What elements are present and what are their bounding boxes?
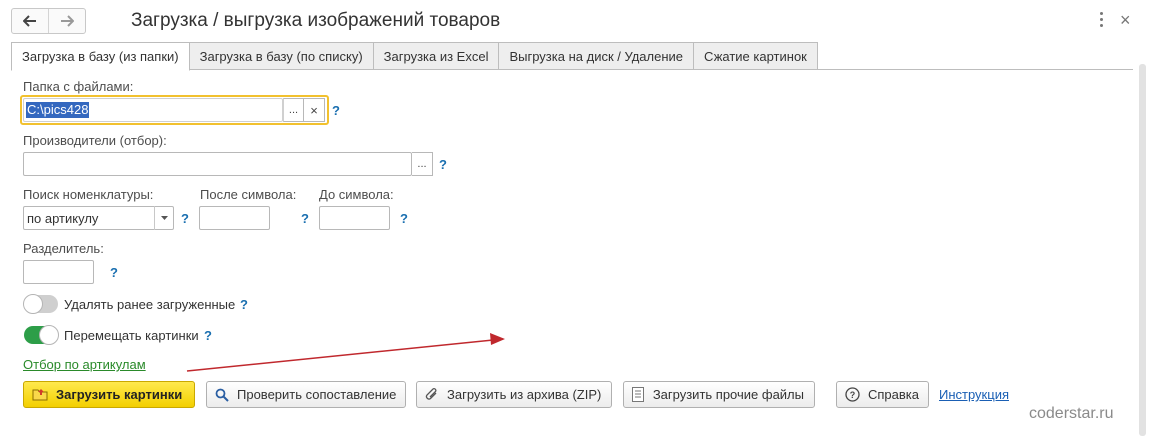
help-button[interactable]: ? Справка [836, 381, 929, 408]
check-match-button[interactable]: Проверить сопоставление [206, 381, 406, 408]
load-other-files-button[interactable]: Загрузить прочие файлы [623, 381, 815, 408]
folder-icon [32, 387, 48, 403]
annotation-arrow-icon [186, 333, 505, 372]
svg-text:?: ? [850, 390, 856, 400]
load-images-label: Загрузить картинки [56, 387, 183, 402]
search-icon [215, 387, 229, 403]
document-icon [632, 387, 645, 403]
load-other-files-label: Загрузить прочие файлы [652, 387, 804, 402]
load-zip-button[interactable]: Загрузить из архива (ZIP) [416, 381, 612, 408]
watermark: coderstar.ru [1029, 405, 1114, 422]
load-zip-label: Загрузить из архива (ZIP) [447, 387, 602, 402]
help-button-label: Справка [868, 387, 919, 402]
load-images-button[interactable]: Загрузить картинки [23, 381, 195, 408]
question-circle-icon: ? [845, 387, 860, 403]
instruction-link[interactable]: Инструкция [939, 387, 1009, 402]
paperclip-icon [425, 387, 439, 403]
check-match-label: Проверить сопоставление [237, 387, 397, 402]
